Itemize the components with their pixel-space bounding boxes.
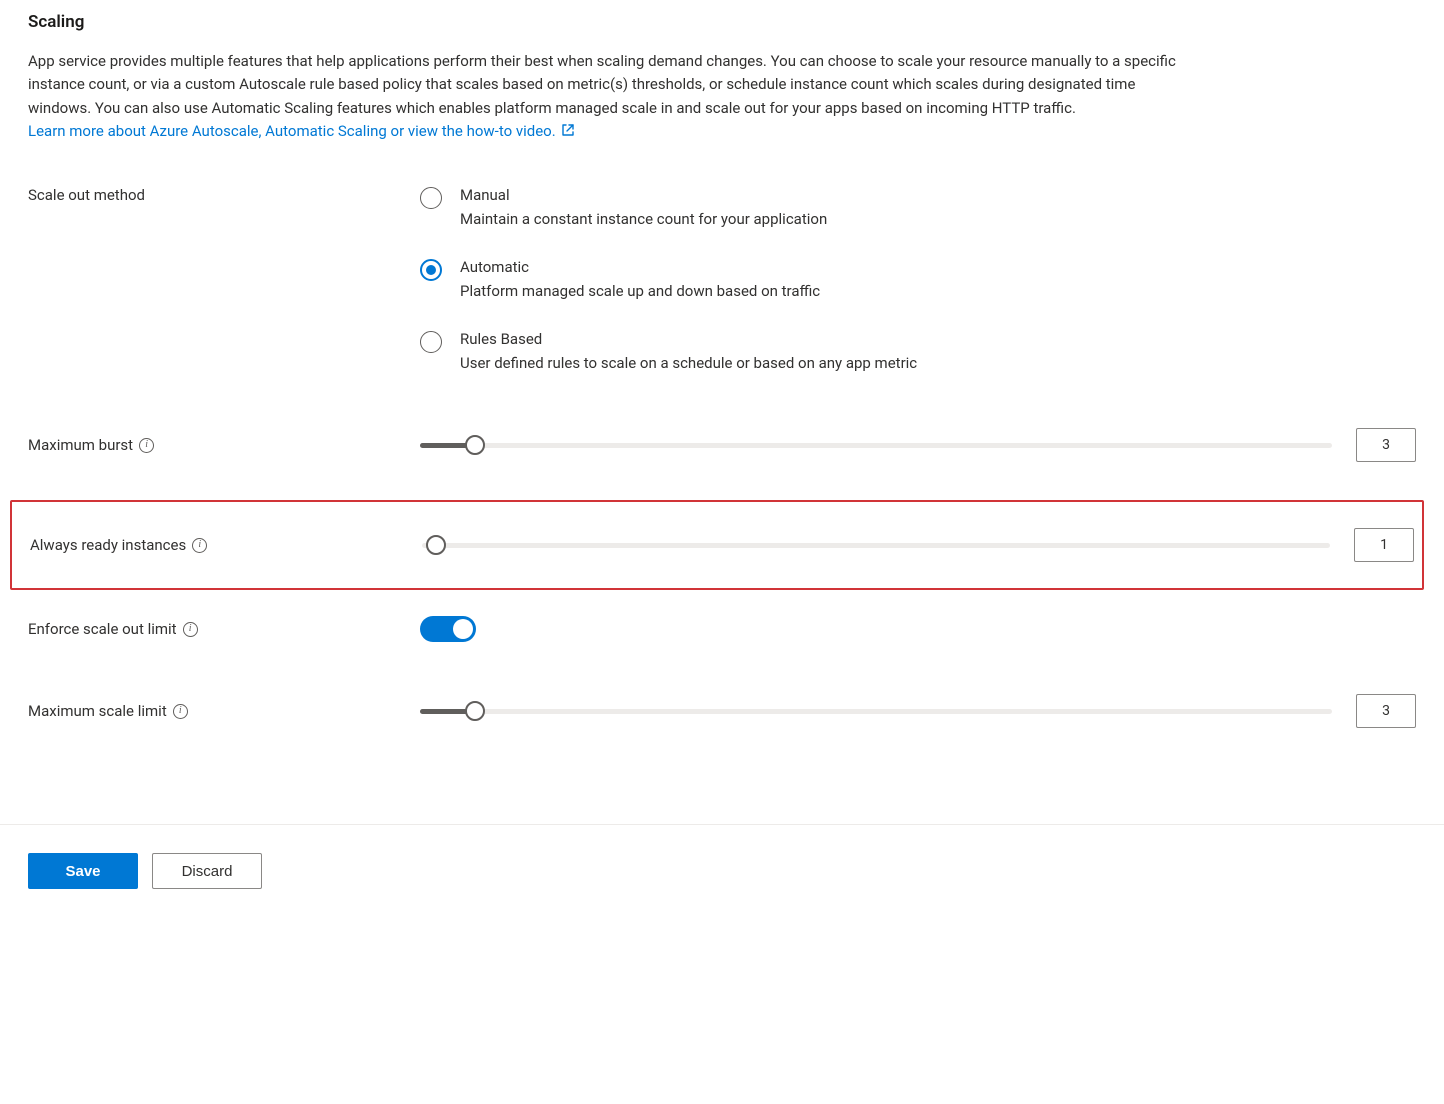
info-icon[interactable] <box>173 704 188 719</box>
section-description: App service provides multiple features t… <box>28 50 1188 144</box>
maximum-scale-limit-label: Maximum scale limit <box>28 702 420 720</box>
save-button[interactable]: Save <box>28 853 138 889</box>
enforce-scale-out-label: Enforce scale out limit <box>28 620 420 638</box>
maximum-burst-value[interactable]: 3 <box>1356 428 1416 462</box>
enforce-scale-out-toggle[interactable] <box>420 616 476 642</box>
radio-automatic[interactable] <box>420 259 442 281</box>
always-ready-slider[interactable] <box>422 534 1330 556</box>
radio-option-manual[interactable]: Manual Maintain a constant instance coun… <box>420 186 1416 228</box>
maximum-burst-slider[interactable] <box>420 434 1332 456</box>
radio-rules-desc: User defined rules to scale on a schedul… <box>460 354 917 372</box>
maximum-burst-label: Maximum burst <box>28 436 420 454</box>
external-link-icon <box>561 121 575 144</box>
maximum-scale-limit-row: Maximum scale limit 3 <box>28 688 1416 734</box>
radio-option-automatic[interactable]: Automatic Platform managed scale up and … <box>420 258 1416 300</box>
radio-rules-title: Rules Based <box>460 330 917 348</box>
radio-manual[interactable] <box>420 187 442 209</box>
discard-button[interactable]: Discard <box>152 853 262 889</box>
maximum-burst-row: Maximum burst 3 <box>28 422 1416 468</box>
always-ready-value[interactable]: 1 <box>1354 528 1414 562</box>
enforce-scale-out-row: Enforce scale out limit <box>28 610 1416 648</box>
scale-out-method-radio-group: Manual Maintain a constant instance coun… <box>420 186 1416 372</box>
maximum-scale-limit-value[interactable]: 3 <box>1356 694 1416 728</box>
always-ready-label: Always ready instances <box>12 536 422 554</box>
radio-rules[interactable] <box>420 331 442 353</box>
radio-manual-title: Manual <box>460 186 827 204</box>
section-description-text: App service provides multiple features t… <box>28 52 1176 117</box>
footer: Save Discard <box>0 824 1444 917</box>
learn-more-link-text: Learn more about Azure Autoscale, Automa… <box>28 122 556 140</box>
info-icon[interactable] <box>192 538 207 553</box>
radio-manual-desc: Maintain a constant instance count for y… <box>460 210 827 228</box>
info-icon[interactable] <box>139 438 154 453</box>
radio-automatic-desc: Platform managed scale up and down based… <box>460 282 820 300</box>
scale-out-method-label: Scale out method <box>28 186 420 204</box>
info-icon[interactable] <box>183 622 198 637</box>
always-ready-highlight: Always ready instances 1 <box>10 500 1424 590</box>
section-title: Scaling <box>28 12 1416 32</box>
learn-more-link[interactable]: Learn more about Azure Autoscale, Automa… <box>28 122 575 140</box>
maximum-scale-limit-slider[interactable] <box>420 700 1332 722</box>
radio-automatic-title: Automatic <box>460 258 820 276</box>
radio-option-rules[interactable]: Rules Based User defined rules to scale … <box>420 330 1416 372</box>
